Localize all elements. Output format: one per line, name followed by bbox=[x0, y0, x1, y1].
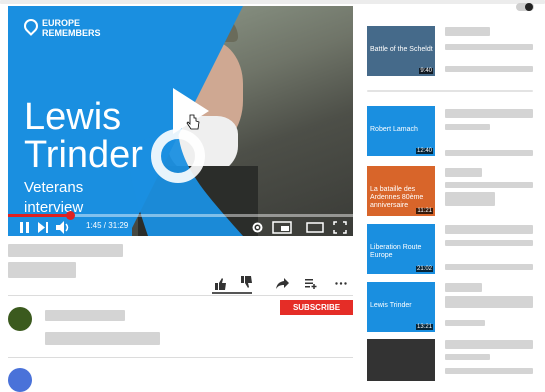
autoplay-toggle[interactable] bbox=[516, 3, 534, 11]
view-count-placeholder bbox=[8, 262, 76, 278]
sidebar-thumbnail-title: Lewis Trinder bbox=[370, 302, 412, 309]
sidebar-title-ph bbox=[445, 109, 533, 118]
like-ratio-bar bbox=[212, 292, 252, 294]
sidebar-title-ph bbox=[445, 283, 482, 292]
sidebar-thumbnail[interactable]: Battle of the Scheldt 9:40 bbox=[367, 26, 435, 76]
pause-icon[interactable] bbox=[20, 222, 30, 233]
dislike-icon[interactable] bbox=[240, 276, 253, 288]
sidebar-meta-ph bbox=[445, 264, 533, 270]
brand-logo: EUROPE REMEMBERS bbox=[42, 18, 101, 38]
sidebar-meta-ph bbox=[445, 150, 533, 156]
divider-2 bbox=[8, 357, 353, 358]
video-player[interactable]: EUROPE REMEMBERS Lewis Trinder Veterans … bbox=[8, 6, 353, 236]
sidebar-thumbnail-title: Battle of the Scheldt bbox=[370, 46, 433, 53]
progress-fill bbox=[8, 214, 71, 217]
sidebar-meta-ph bbox=[445, 192, 495, 206]
sidebar-meta-ph bbox=[445, 354, 490, 360]
brand-line-2: REMEMBERS bbox=[42, 28, 101, 38]
sidebar-title-ph bbox=[445, 225, 533, 234]
sidebar-title-ph bbox=[445, 27, 490, 36]
sidebar-thumbnail-title: Liberation Route Europe bbox=[370, 244, 422, 259]
save-icon[interactable] bbox=[305, 278, 317, 289]
sidebar-thumbnail-duration: 21:02 bbox=[415, 266, 433, 272]
time-display: 1:45 / 31:29 bbox=[86, 221, 129, 230]
video-title-overlay: Lewis Trinder bbox=[24, 98, 143, 174]
sidebar-thumbnail-duration: 13:21 bbox=[415, 324, 433, 330]
video-title-placeholder bbox=[8, 244, 123, 257]
autoplay-toggle-knob bbox=[525, 3, 533, 11]
sidebar-meta-ph bbox=[445, 296, 533, 308]
volume-icon[interactable] bbox=[56, 221, 72, 234]
like-icon[interactable] bbox=[214, 278, 227, 290]
sidebar-thumbnail-title: La bataille des Ardennes 80ème anniversa… bbox=[370, 186, 424, 209]
sidebar-meta-ph bbox=[445, 182, 533, 188]
settings-icon[interactable] bbox=[252, 222, 263, 233]
brand-line-1: EUROPE bbox=[42, 18, 81, 28]
sidebar-meta-ph bbox=[445, 44, 533, 50]
title-line-1: Lewis bbox=[24, 96, 122, 138]
share-icon[interactable] bbox=[276, 278, 289, 289]
sidebar-thumbnail[interactable]: Robert Lamach 12:40 bbox=[367, 106, 435, 156]
title-line-2: Trinder bbox=[24, 134, 143, 176]
hand-cursor-icon bbox=[186, 114, 200, 130]
sidebar-thumbnail[interactable] bbox=[367, 339, 435, 381]
sidebar-meta-ph bbox=[445, 124, 490, 130]
sidebar-thumbnail-duration: 11:21 bbox=[416, 208, 433, 214]
sidebar-meta-ph bbox=[445, 240, 533, 246]
channel-avatar[interactable] bbox=[8, 307, 32, 331]
miniplayer-icon[interactable] bbox=[272, 221, 292, 234]
channel-name-placeholder bbox=[45, 310, 125, 321]
subscribe-button[interactable]: SUBSCRIBE bbox=[280, 300, 353, 315]
sidebar-meta-ph bbox=[445, 66, 533, 72]
sidebar-title-ph bbox=[445, 340, 533, 349]
sidebar-divider bbox=[367, 90, 533, 92]
sidebar-thumbnail-duration: 9:40 bbox=[419, 68, 433, 74]
video-subtitle-overlay: Veterans interview bbox=[24, 178, 83, 218]
theater-icon[interactable] bbox=[306, 222, 324, 233]
subtitle-line-1: Veterans bbox=[24, 179, 84, 196]
sidebar-meta-ph bbox=[445, 368, 533, 374]
sidebar-thumbnail[interactable]: Lewis Trinder 13:21 bbox=[367, 282, 435, 332]
sidebar-meta-ph bbox=[445, 320, 485, 326]
top-bar bbox=[0, 0, 545, 4]
sidebar-thumbnail[interactable]: Liberation Route Europe 21:02 bbox=[367, 224, 435, 274]
next-icon[interactable] bbox=[38, 222, 49, 233]
sidebar-thumbnail-duration: 12:40 bbox=[415, 148, 433, 154]
fullscreen-icon[interactable] bbox=[333, 221, 347, 234]
sidebar-thumbnail-title: Robert Lamach bbox=[370, 126, 418, 133]
description-placeholder bbox=[45, 332, 160, 345]
sidebar-thumbnail[interactable]: La bataille des Ardennes 80ème anniversa… bbox=[367, 166, 435, 216]
more-icon[interactable] bbox=[335, 282, 347, 285]
divider bbox=[8, 295, 353, 296]
commenter-avatar[interactable] bbox=[8, 368, 32, 392]
player-controls: 1:45 / 31:29 bbox=[8, 218, 353, 236]
sidebar-title-ph bbox=[445, 168, 482, 177]
